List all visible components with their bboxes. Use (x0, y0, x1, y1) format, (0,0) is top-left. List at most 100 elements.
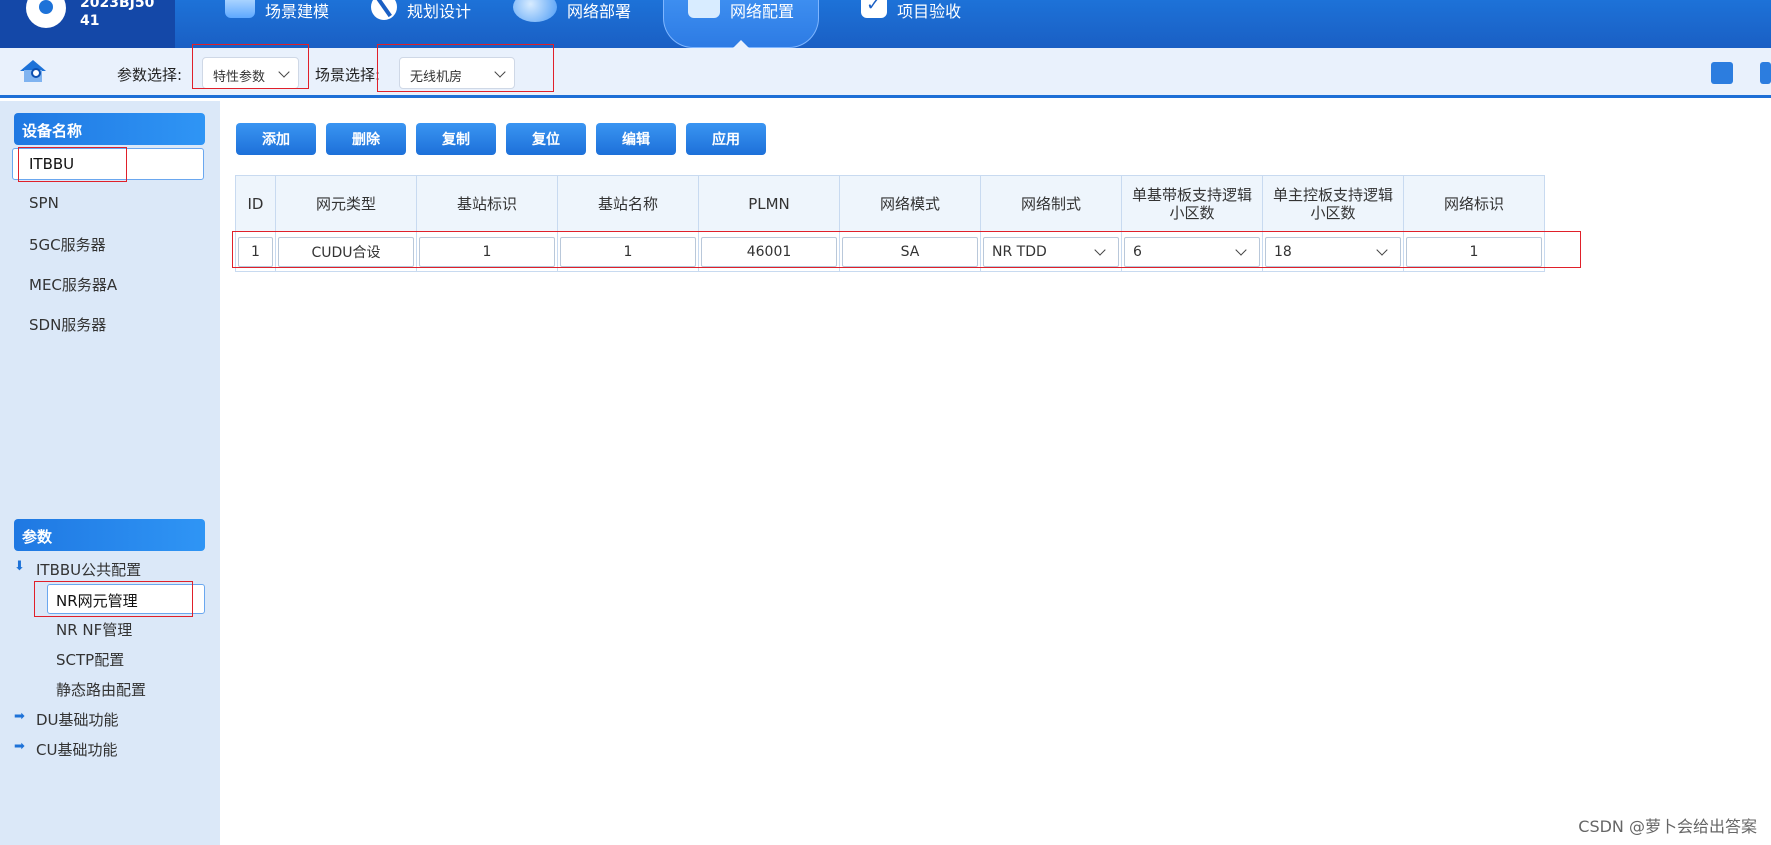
header-line: 小区数 (1169, 203, 1215, 222)
device-item-sdn-server[interactable]: SDN服务器 (29, 314, 106, 335)
copy-button[interactable]: 复制 (416, 123, 496, 155)
param-select-label: 参数选择: (117, 66, 183, 84)
table-header-row: ID 网元类型 基站标识 基站名称 PLMN 网络模式 网络制式 单基带板支持逻… (235, 175, 1545, 232)
tree-group-cu-basic[interactable]: CU基础功能 (36, 739, 117, 760)
globe-icon (513, 0, 558, 22)
header-mainctrl-cells: 单主控板支持逻辑 小区数 (1262, 175, 1404, 232)
nav-tabs: 场景建模 规划设计 网络部署 网络配置 项目验收 (225, 0, 1003, 48)
watermark: CSDN @萝卜会给出答案 (1578, 817, 1757, 836)
bs-id-field[interactable]: 1 (419, 236, 555, 267)
device-item-5gc-server[interactable]: 5GC服务器 (29, 234, 106, 255)
tab-network-config[interactable]: 网络配置 (663, 0, 820, 48)
param-select-value: 特性参数 (213, 70, 266, 85)
cell-net-mode: SA (839, 231, 981, 272)
config-table: ID 网元类型 基站标识 基站名称 PLMN 网络模式 网络制式 单基带板支持逻… (235, 175, 1545, 272)
main-content: 添加 删除 复制 复位 编辑 应用 ID 网元类型 基站标识 基站名称 PLMN… (220, 101, 1771, 845)
tab-label: 网络部署 (567, 2, 632, 21)
plmn-field[interactable]: 46001 (701, 236, 837, 267)
mainctrl-cells-select[interactable]: 18 (1265, 236, 1401, 267)
tab-project-acceptance[interactable]: 项目验收 (861, 0, 961, 48)
device-item-itbbu[interactable]: ITBBU (12, 148, 204, 180)
params-header: 参数 (14, 519, 205, 551)
sidebar: 设备名称 ITBBU SPN 5GC服务器 MEC服务器A SDN服务器 参数 … (0, 101, 220, 845)
tree-group-itbbu-common[interactable]: ITBBU公共配置 (36, 559, 141, 580)
tab-scene-modeling[interactable]: 场景建模 (225, 0, 329, 48)
net-mode-field[interactable]: SA (842, 236, 978, 267)
device-item-mec-server-a[interactable]: MEC服务器A (29, 274, 117, 295)
layers-icon (225, 0, 255, 18)
header-line: 小区数 (1310, 203, 1356, 222)
header-net-mode: 网络模式 (839, 175, 981, 232)
header-ne-type: 网元类型 (275, 175, 417, 232)
top-nav-bar: 2023BJ50 41 场景建模 规划设计 网络部署 网络配置 项目验收 (0, 0, 1771, 48)
action-buttons: 添加 删除 复制 复位 编辑 应用 (236, 123, 776, 155)
tab-planning-design[interactable]: 规划设计 (371, 0, 471, 48)
edit-button[interactable]: 编辑 (596, 123, 676, 155)
net-standard-select[interactable]: NR TDD (983, 236, 1119, 267)
tab-network-deployment[interactable]: 网络部署 (513, 0, 631, 48)
scene-select-label: 场景选择: (315, 66, 381, 84)
id-field[interactable]: 1 (238, 236, 273, 267)
user-id-line2: 41 (80, 13, 100, 29)
tree-item-static-route[interactable]: 静态路由配置 (56, 679, 146, 700)
header-id: ID (235, 175, 276, 232)
apply-button[interactable]: 应用 (686, 123, 766, 155)
cell-mainctrl-cells: 18 (1262, 231, 1404, 272)
avatar[interactable] (26, 0, 66, 28)
cell-plmn: 46001 (698, 231, 840, 272)
arrow-down-icon[interactable]: ⬇ (14, 559, 25, 574)
reset-button[interactable]: 复位 (506, 123, 586, 155)
arrow-right-icon[interactable]: ➡ (14, 709, 25, 724)
table-row: 1 CUDU合设 1 1 46001 SA NR TDD 6 18 1 (235, 231, 1545, 272)
header-net-standard: 网络制式 (980, 175, 1122, 232)
chevron-down-icon (494, 66, 506, 78)
tree-item-sctp-config[interactable]: SCTP配置 (56, 649, 124, 670)
cell-bs-id: 1 (416, 231, 558, 272)
add-button[interactable]: 添加 (236, 123, 316, 155)
scene-select-value: 无线机房 (410, 70, 463, 85)
tree-item-nr-nf-mgmt[interactable]: NR NF管理 (56, 619, 132, 640)
tab-label: 场景建模 (265, 2, 330, 21)
device-name-header: 设备名称 (14, 113, 205, 145)
tool-icon[interactable] (1760, 62, 1771, 84)
ne-type-field[interactable]: CUDU合设 (278, 236, 414, 267)
tab-label: 项目验收 (897, 2, 962, 21)
header-baseband-cells: 单基带板支持逻辑 小区数 (1121, 175, 1263, 232)
baseband-cells-value: 6 (1133, 243, 1142, 260)
arrow-right-icon[interactable]: ➡ (14, 739, 25, 754)
device-item-spn[interactable]: SPN (29, 194, 59, 212)
cell-net-id: 1 (1403, 231, 1545, 272)
net-id-field[interactable]: 1 (1406, 236, 1542, 267)
cell-net-standard: NR TDD (980, 231, 1122, 272)
param-select[interactable]: 特性参数 (202, 57, 299, 89)
header-plmn: PLMN (698, 175, 840, 232)
cell-bs-name: 1 (557, 231, 699, 272)
user-id: 2023BJ50 41 (80, 0, 154, 30)
chevron-down-icon (1235, 243, 1247, 256)
scene-select[interactable]: 无线机房 (399, 57, 515, 89)
header-bs-name: 基站名称 (557, 175, 699, 232)
save-icon[interactable] (1711, 62, 1733, 84)
home-search-icon[interactable] (20, 60, 46, 84)
bs-name-field[interactable]: 1 (560, 236, 696, 267)
header-net-id: 网络标识 (1403, 175, 1545, 232)
chevron-down-icon (278, 66, 290, 78)
cell-baseband-cells: 6 (1121, 231, 1263, 272)
net-standard-value: NR TDD (992, 243, 1047, 260)
tree-group-du-basic[interactable]: DU基础功能 (36, 709, 119, 730)
mainctrl-cells-value: 18 (1274, 243, 1292, 260)
tab-label: 网络配置 (730, 2, 795, 21)
checklist-icon (861, 0, 888, 18)
chevron-down-icon (1376, 243, 1388, 256)
filter-toolbar: 参数选择: 特性参数 场景选择: 无线机房 (0, 44, 1771, 98)
compass-icon (371, 0, 398, 20)
header-line: 单主控板支持逻辑 (1272, 185, 1393, 204)
baseband-cells-select[interactable]: 6 (1124, 236, 1260, 267)
header-line: 单基带板支持逻辑 (1131, 185, 1252, 204)
tab-label: 规划设计 (407, 2, 472, 21)
tree-item-nr-ne-mgmt[interactable]: NR网元管理 (47, 584, 205, 614)
user-area: 2023BJ50 41 (0, 0, 175, 48)
delete-button[interactable]: 删除 (326, 123, 406, 155)
user-id-line1: 2023BJ50 (80, 0, 155, 11)
code-monitor-icon (688, 0, 721, 18)
